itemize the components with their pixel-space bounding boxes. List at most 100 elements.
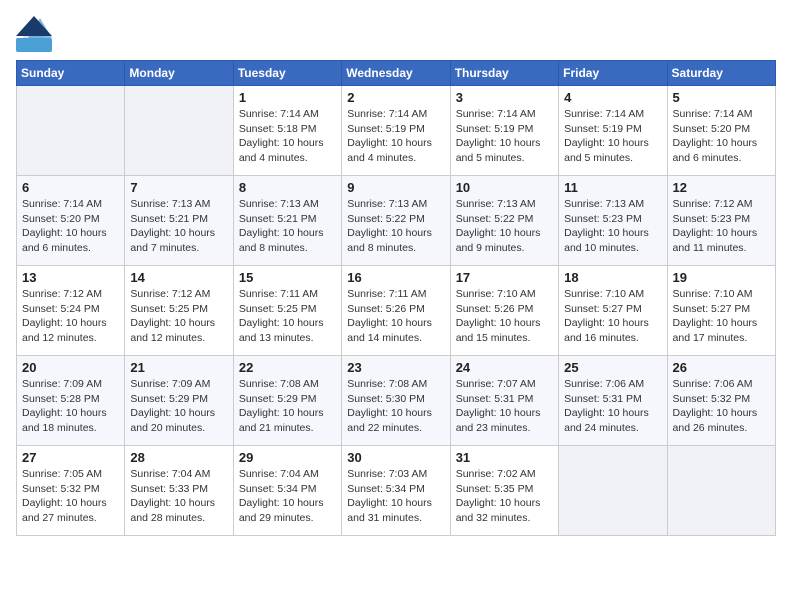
- day-number: 3: [456, 90, 553, 105]
- day-info: Sunrise: 7:09 AM Sunset: 5:28 PM Dayligh…: [22, 377, 119, 436]
- day-info: Sunrise: 7:04 AM Sunset: 5:33 PM Dayligh…: [130, 467, 227, 526]
- day-info: Sunrise: 7:12 AM Sunset: 5:25 PM Dayligh…: [130, 287, 227, 346]
- day-info: Sunrise: 7:06 AM Sunset: 5:32 PM Dayligh…: [673, 377, 770, 436]
- calendar-cell: 13 Sunrise: 7:12 AM Sunset: 5:24 PM Dayli…: [17, 266, 125, 356]
- day-header-monday: Monday: [125, 61, 233, 86]
- day-info: Sunrise: 7:14 AM Sunset: 5:19 PM Dayligh…: [564, 107, 661, 166]
- day-number: 4: [564, 90, 661, 105]
- calendar-cell: 16 Sunrise: 7:11 AM Sunset: 5:26 PM Dayli…: [342, 266, 450, 356]
- calendar-cell: 30 Sunrise: 7:03 AM Sunset: 5:34 PM Dayli…: [342, 446, 450, 536]
- calendar-cell: [559, 446, 667, 536]
- calendar-cell: 31 Sunrise: 7:02 AM Sunset: 5:35 PM Dayli…: [450, 446, 558, 536]
- calendar-cell: 26 Sunrise: 7:06 AM Sunset: 5:32 PM Dayli…: [667, 356, 775, 446]
- calendar-cell: [125, 86, 233, 176]
- day-number: 7: [130, 180, 227, 195]
- calendar-cell: 1 Sunrise: 7:14 AM Sunset: 5:18 PM Daylig…: [233, 86, 341, 176]
- day-info: Sunrise: 7:13 AM Sunset: 5:21 PM Dayligh…: [130, 197, 227, 256]
- day-number: 30: [347, 450, 444, 465]
- day-info: Sunrise: 7:07 AM Sunset: 5:31 PM Dayligh…: [456, 377, 553, 436]
- day-info: Sunrise: 7:02 AM Sunset: 5:35 PM Dayligh…: [456, 467, 553, 526]
- day-number: 12: [673, 180, 770, 195]
- calendar-cell: 19Sunrise: 7:10 AM Sunset: 5:27 PM Dayli…: [667, 266, 775, 356]
- calendar-week-5: 27Sunrise: 7:05 AM Sunset: 5:32 PM Dayli…: [17, 446, 776, 536]
- day-info: Sunrise: 7:12 AM Sunset: 5:24 PM Dayligh…: [22, 287, 119, 346]
- day-number: 25: [564, 360, 661, 375]
- day-info: Sunrise: 7:14 AM Sunset: 5:18 PM Dayligh…: [239, 107, 336, 166]
- calendar-cell: 18 Sunrise: 7:10 AM Sunset: 5:27 PM Dayli…: [559, 266, 667, 356]
- logo: [16, 16, 56, 52]
- calendar-cell: 20 Sunrise: 7:09 AM Sunset: 5:28 PM Dayli…: [17, 356, 125, 446]
- calendar-cell: 29Sunrise: 7:04 AM Sunset: 5:34 PM Dayli…: [233, 446, 341, 536]
- calendar-cell: 8Sunrise: 7:13 AM Sunset: 5:21 PM Daylig…: [233, 176, 341, 266]
- day-header-friday: Friday: [559, 61, 667, 86]
- calendar-cell: 17 Sunrise: 7:10 AM Sunset: 5:26 PM Dayli…: [450, 266, 558, 356]
- calendar-cell: [17, 86, 125, 176]
- day-info: Sunrise: 7:13 AM Sunset: 5:23 PM Dayligh…: [564, 197, 661, 256]
- day-number: 11: [564, 180, 661, 195]
- day-info: Sunrise: 7:08 AM Sunset: 5:30 PM Dayligh…: [347, 377, 444, 436]
- day-number: 26: [673, 360, 770, 375]
- day-header-thursday: Thursday: [450, 61, 558, 86]
- day-info: Sunrise: 7:14 AM Sunset: 5:19 PM Dayligh…: [456, 107, 553, 166]
- day-header-tuesday: Tuesday: [233, 61, 341, 86]
- day-info: Sunrise: 7:10 AM Sunset: 5:26 PM Dayligh…: [456, 287, 553, 346]
- calendar-cell: 15 Sunrise: 7:11 AM Sunset: 5:25 PM Dayli…: [233, 266, 341, 356]
- calendar-cell: 28 Sunrise: 7:04 AM Sunset: 5:33 PM Dayli…: [125, 446, 233, 536]
- calendar-cell: 27Sunrise: 7:05 AM Sunset: 5:32 PM Dayli…: [17, 446, 125, 536]
- day-header-wednesday: Wednesday: [342, 61, 450, 86]
- day-number: 20: [22, 360, 119, 375]
- day-header-sunday: Sunday: [17, 61, 125, 86]
- calendar-cell: 24 Sunrise: 7:07 AM Sunset: 5:31 PM Dayli…: [450, 356, 558, 446]
- day-number: 6: [22, 180, 119, 195]
- calendar-cell: 11 Sunrise: 7:13 AM Sunset: 5:23 PM Dayli…: [559, 176, 667, 266]
- day-info: Sunrise: 7:10 AM Sunset: 5:27 PM Dayligh…: [564, 287, 661, 346]
- day-info: Sunrise: 7:04 AM Sunset: 5:34 PM Dayligh…: [239, 467, 336, 526]
- calendar-cell: 4 Sunrise: 7:14 AM Sunset: 5:19 PM Daylig…: [559, 86, 667, 176]
- day-number: 22: [239, 360, 336, 375]
- day-header-saturday: Saturday: [667, 61, 775, 86]
- calendar-cell: 6 Sunrise: 7:14 AM Sunset: 5:20 PM Daylig…: [17, 176, 125, 266]
- day-info: Sunrise: 7:14 AM Sunset: 5:20 PM Dayligh…: [673, 107, 770, 166]
- calendar-cell: 12 Sunrise: 7:12 AM Sunset: 5:23 PM Dayli…: [667, 176, 775, 266]
- calendar-week-3: 13 Sunrise: 7:12 AM Sunset: 5:24 PM Dayli…: [17, 266, 776, 356]
- day-number: 17: [456, 270, 553, 285]
- day-number: 18: [564, 270, 661, 285]
- calendar-cell: 7 Sunrise: 7:13 AM Sunset: 5:21 PM Daylig…: [125, 176, 233, 266]
- day-number: 31: [456, 450, 553, 465]
- day-number: 24: [456, 360, 553, 375]
- calendar-cell: 10 Sunrise: 7:13 AM Sunset: 5:22 PM Dayli…: [450, 176, 558, 266]
- day-number: 5: [673, 90, 770, 105]
- day-info: Sunrise: 7:11 AM Sunset: 5:26 PM Dayligh…: [347, 287, 444, 346]
- day-number: 28: [130, 450, 227, 465]
- day-info: Sunrise: 7:14 AM Sunset: 5:20 PM Dayligh…: [22, 197, 119, 256]
- calendar-cell: 2Sunrise: 7:14 AM Sunset: 5:19 PM Daylig…: [342, 86, 450, 176]
- calendar-week-4: 20 Sunrise: 7:09 AM Sunset: 5:28 PM Dayli…: [17, 356, 776, 446]
- calendar-week-2: 6 Sunrise: 7:14 AM Sunset: 5:20 PM Daylig…: [17, 176, 776, 266]
- day-info: Sunrise: 7:05 AM Sunset: 5:32 PM Dayligh…: [22, 467, 119, 526]
- calendar-cell: 5 Sunrise: 7:14 AM Sunset: 5:20 PM Daylig…: [667, 86, 775, 176]
- calendar-cell: [667, 446, 775, 536]
- day-number: 8: [239, 180, 336, 195]
- day-info: Sunrise: 7:03 AM Sunset: 5:34 PM Dayligh…: [347, 467, 444, 526]
- calendar-cell: 14Sunrise: 7:12 AM Sunset: 5:25 PM Dayli…: [125, 266, 233, 356]
- calendar-week-1: 1 Sunrise: 7:14 AM Sunset: 5:18 PM Daylig…: [17, 86, 776, 176]
- day-number: 10: [456, 180, 553, 195]
- day-number: 9: [347, 180, 444, 195]
- day-info: Sunrise: 7:06 AM Sunset: 5:31 PM Dayligh…: [564, 377, 661, 436]
- day-info: Sunrise: 7:13 AM Sunset: 5:22 PM Dayligh…: [456, 197, 553, 256]
- page-header: [16, 16, 776, 52]
- logo-icon: [16, 16, 52, 52]
- day-number: 13: [22, 270, 119, 285]
- calendar-cell: 21Sunrise: 7:09 AM Sunset: 5:29 PM Dayli…: [125, 356, 233, 446]
- day-info: Sunrise: 7:09 AM Sunset: 5:29 PM Dayligh…: [130, 377, 227, 436]
- day-info: Sunrise: 7:12 AM Sunset: 5:23 PM Dayligh…: [673, 197, 770, 256]
- day-number: 1: [239, 90, 336, 105]
- day-info: Sunrise: 7:08 AM Sunset: 5:29 PM Dayligh…: [239, 377, 336, 436]
- day-number: 19: [673, 270, 770, 285]
- calendar-cell: 3 Sunrise: 7:14 AM Sunset: 5:19 PM Daylig…: [450, 86, 558, 176]
- day-info: Sunrise: 7:13 AM Sunset: 5:22 PM Dayligh…: [347, 197, 444, 256]
- day-number: 16: [347, 270, 444, 285]
- calendar-cell: 25 Sunrise: 7:06 AM Sunset: 5:31 PM Dayli…: [559, 356, 667, 446]
- day-number: 15: [239, 270, 336, 285]
- day-info: Sunrise: 7:11 AM Sunset: 5:25 PM Dayligh…: [239, 287, 336, 346]
